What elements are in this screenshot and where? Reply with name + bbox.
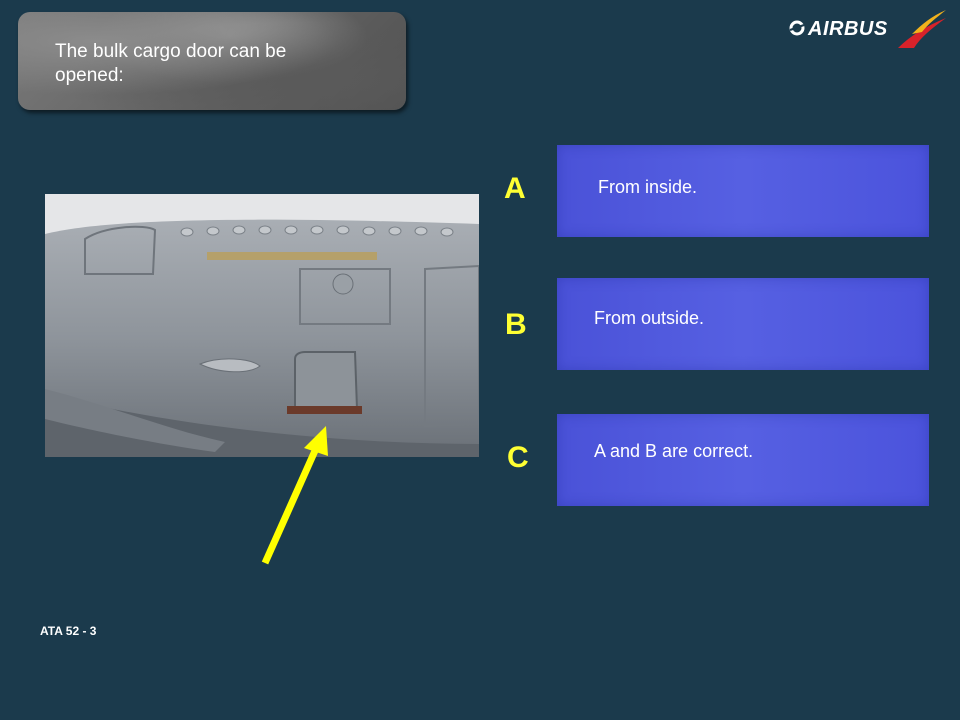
question-panel: The bulk cargo door can be opened: (18, 12, 406, 110)
answer-option-c[interactable]: A and B are correct. (557, 414, 929, 506)
option-letter-c: C (507, 441, 529, 474)
airbus-swirl-icon (789, 20, 805, 36)
aircraft-photo (45, 194, 479, 457)
airbus-wing-icon (898, 10, 946, 48)
option-letter-a: A (504, 172, 526, 205)
answer-text-c: A and B are correct. (594, 441, 754, 461)
answer-text-b: From outside. (594, 308, 705, 328)
airbus-wordmark: AIRBUS (808, 18, 888, 40)
answer-text-a: From inside. (598, 177, 698, 197)
answer-option-b[interactable]: From outside. (557, 278, 929, 370)
answer-option-a[interactable]: From inside. (557, 145, 929, 237)
question-text: The bulk cargo door can be opened: (55, 41, 287, 86)
yellow-pointer-arrow-icon (261, 426, 328, 565)
option-letter-b: B (505, 308, 527, 341)
footer-label: ATA 52 - 3 (40, 624, 97, 638)
airbus-logo: AIRBUS (788, 10, 948, 50)
